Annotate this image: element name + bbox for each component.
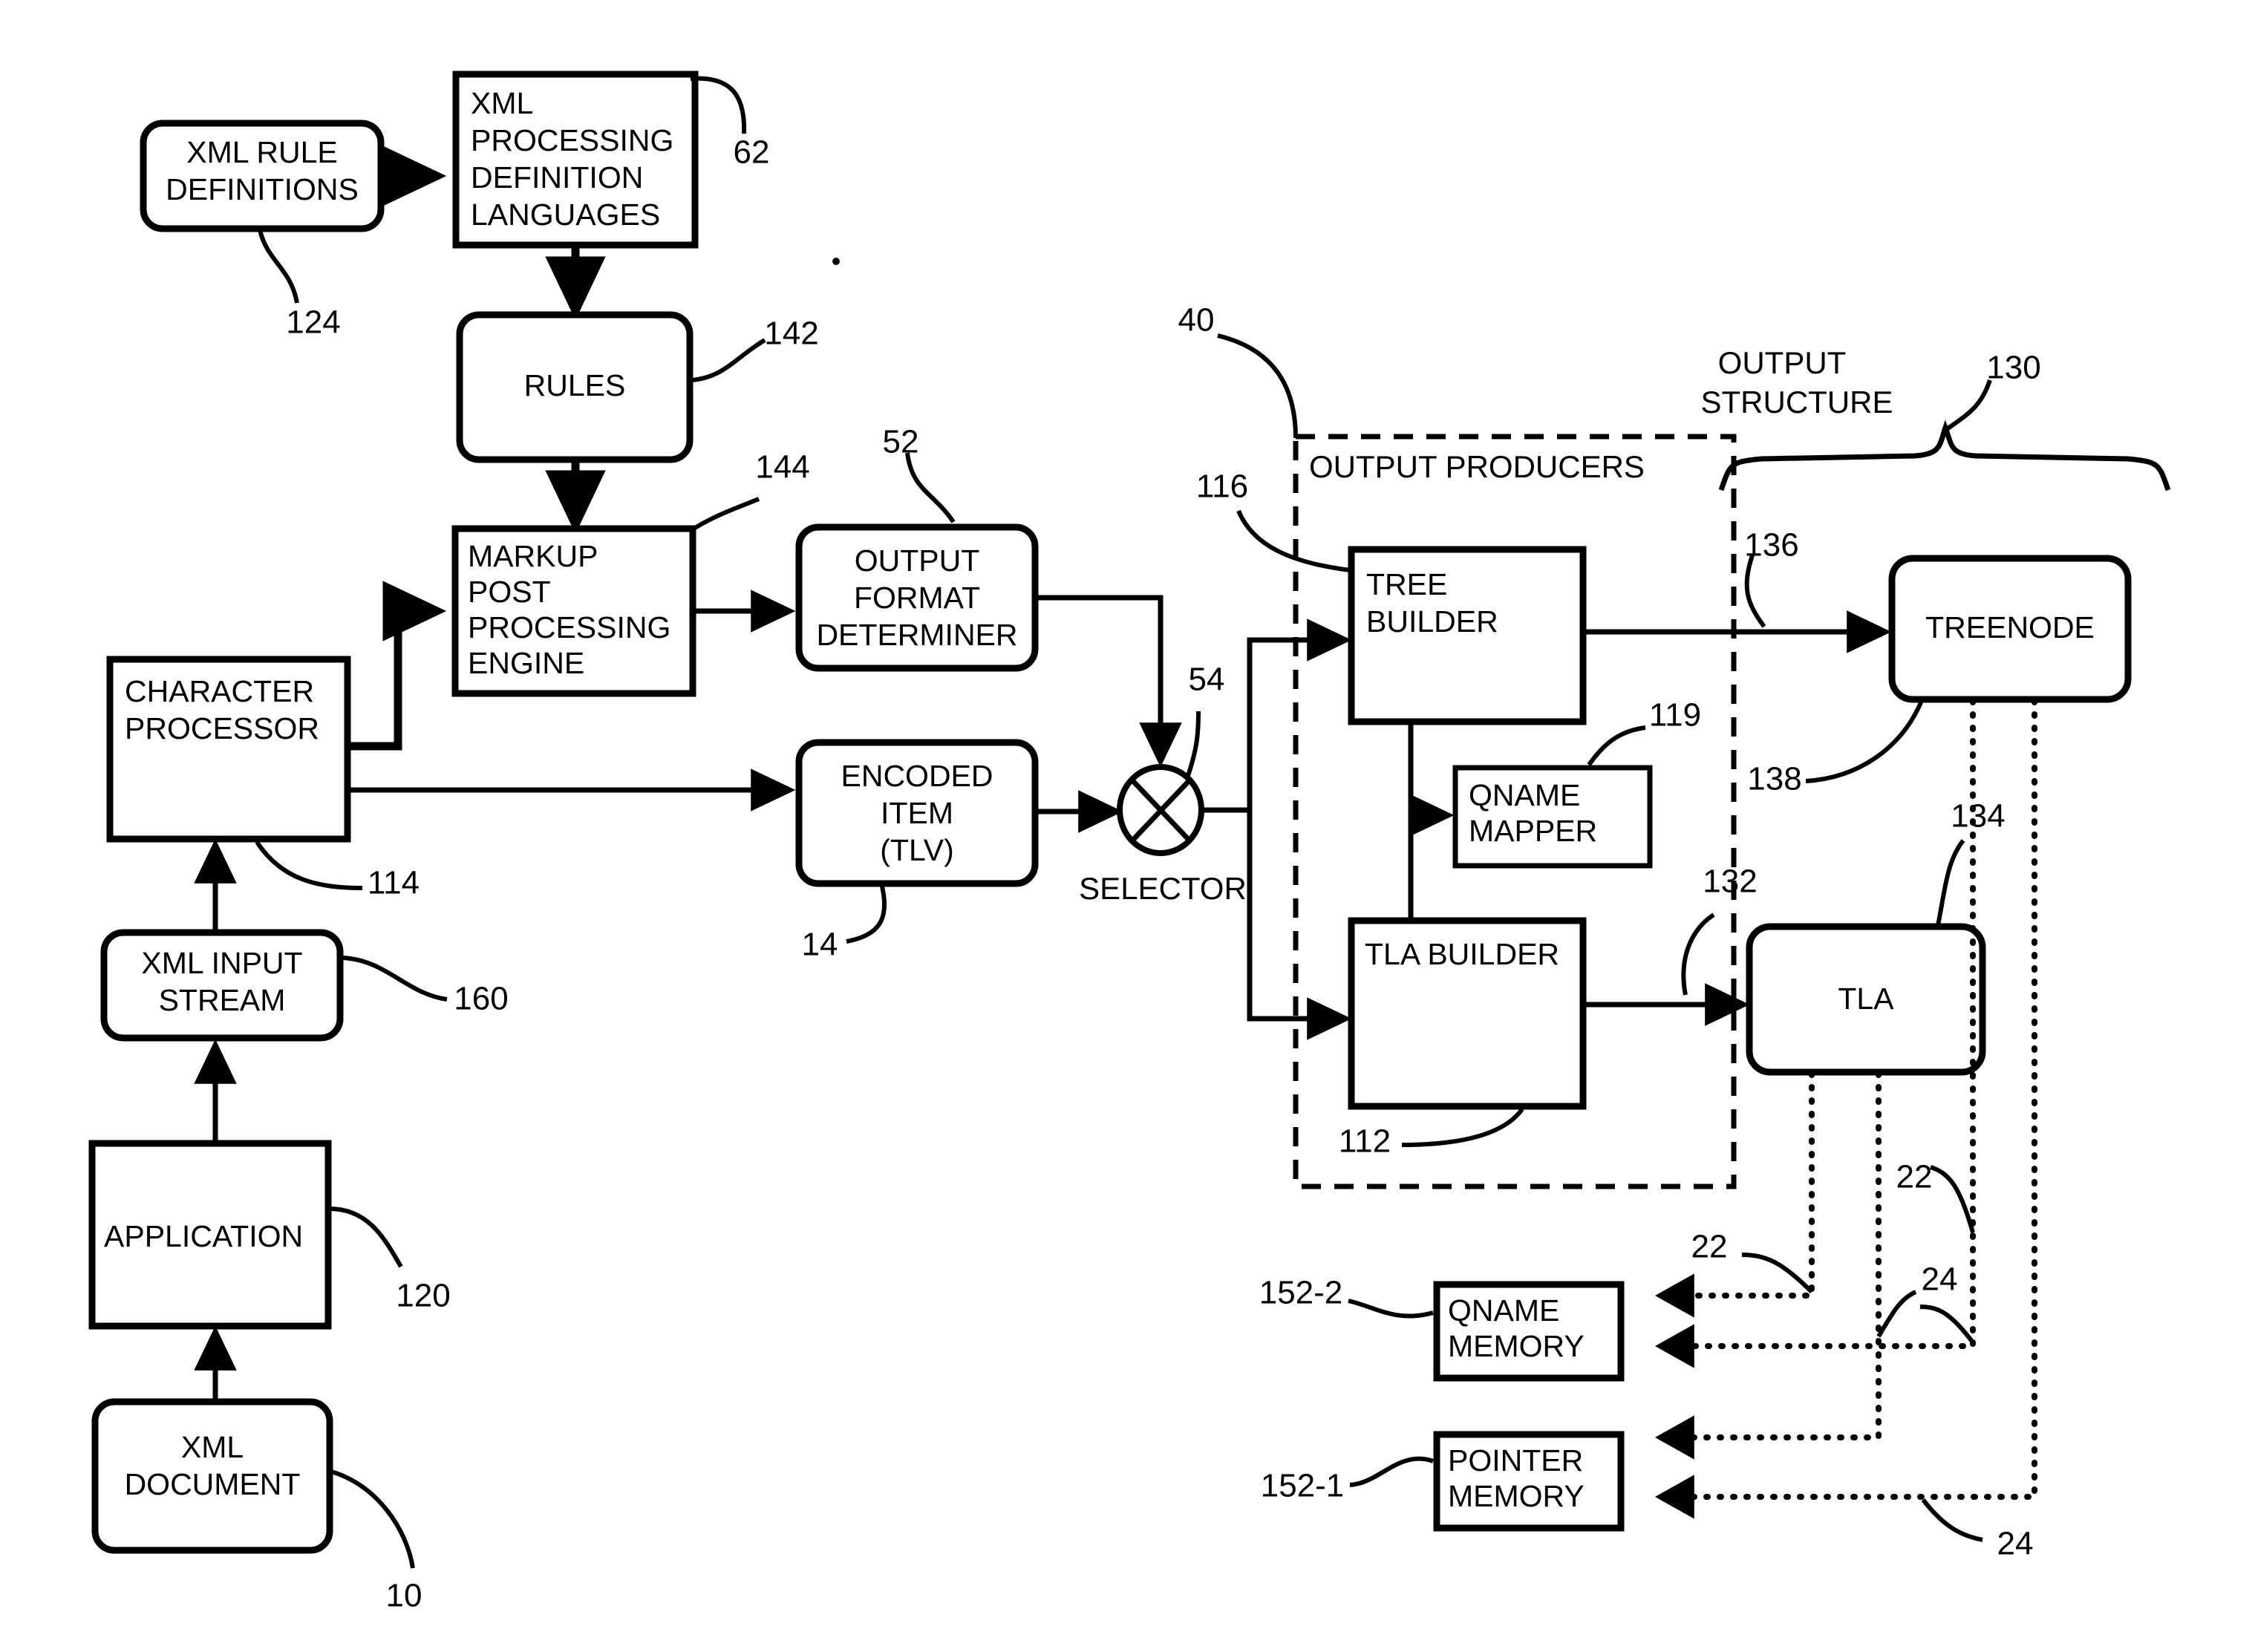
block-diagram: OUTPUT PRODUCERS 40 130 OUTPUT STRUCTURE… <box>88 71 2171 1614</box>
tla-builder-label: TLA BUILDER <box>1365 937 1559 971</box>
encoded-item-line3: (TLV) <box>880 833 953 867</box>
qname-memory-line1: QNAME <box>1448 1293 1559 1328</box>
mppe-line3: PROCESSING <box>468 610 670 644</box>
output-structure-label-line2: STRUCTURE <box>1701 385 1893 419</box>
leader-119 <box>1587 725 1646 766</box>
leader-130 <box>1945 379 1992 431</box>
arrow-charproc-to-mppe <box>349 581 447 751</box>
ref-num-40: 40 <box>1178 302 1215 339</box>
tree-builder-line2: BUILDER <box>1366 604 1498 639</box>
patent-figure-canvas: OUTPUT PRODUCERS 40 130 OUTPUT STRUCTURE… <box>0 0 2255 1652</box>
encoded-item-line1: ENCODED <box>841 759 993 793</box>
mppe-line4: ENGINE <box>468 646 584 680</box>
qname-mapper-line1: QNAME <box>1469 778 1580 812</box>
ref-num-136: 136 <box>1744 527 1798 564</box>
ref-num-144: 144 <box>755 449 809 486</box>
leader-112 <box>1401 1108 1524 1147</box>
selector-label: SELECTOR <box>1079 871 1247 906</box>
leader-142 <box>691 338 766 382</box>
treenode-label: TREENODE <box>1925 610 2095 644</box>
xpdl-line3: DEFINITION <box>471 160 643 195</box>
leader-10 <box>330 1469 415 1569</box>
leader-52 <box>905 452 956 523</box>
qname-mapper-line2: MAPPER <box>1469 814 1597 848</box>
rules-label: RULES <box>524 368 626 402</box>
ofd-line1: OUTPUT <box>855 543 980 578</box>
application-label: APPLICATION <box>104 1219 303 1253</box>
xml-rule-definitions-line1: XML RULE <box>186 135 338 169</box>
ref-num-14: 14 <box>802 927 838 963</box>
pointer-memory-line1: POINTER <box>1448 1443 1583 1478</box>
arrow-ofd-to-selector <box>1037 595 1182 768</box>
arrow-tree-builder-to-qname-mapper <box>1408 723 1455 837</box>
leader-14 <box>846 886 887 944</box>
xpdl-line4: LANGUAGES <box>471 197 660 232</box>
ref-num-160: 160 <box>454 981 508 1017</box>
tla-label: TLA <box>1838 982 1894 1016</box>
scan-speck <box>832 258 840 265</box>
leader-144 <box>688 497 760 534</box>
ofd-line2: FORMAT <box>854 581 980 615</box>
leader-120 <box>329 1207 403 1268</box>
leader-138 <box>1805 699 1924 783</box>
ref-num-132: 132 <box>1703 863 1757 900</box>
leader-132 <box>1681 912 1715 996</box>
ref-num-24-upper: 24 <box>1922 1261 1958 1298</box>
leader-136 <box>1744 555 1766 628</box>
ref-num-62: 62 <box>734 134 770 171</box>
xml-document-line2: DOCUMENT <box>125 1467 301 1501</box>
ref-num-24-lower: 24 <box>1997 1526 2034 1562</box>
leader-124 <box>258 229 299 304</box>
ref-num-152-2: 152-2 <box>1259 1275 1343 1311</box>
ref-num-152-1: 152-1 <box>1261 1468 1345 1504</box>
ref-num-119: 119 <box>1649 697 1701 734</box>
leader-22-left <box>1741 1253 1814 1294</box>
ref-num-54: 54 <box>1189 662 1225 698</box>
ref-num-138: 138 <box>1747 761 1801 797</box>
ofd-line3: DETERMINER <box>816 618 1017 652</box>
mppe-line2: POST <box>468 575 551 609</box>
leader-24-upper <box>1876 1290 1917 1338</box>
ref-num-130: 130 <box>1986 350 2040 386</box>
ref-num-112: 112 <box>1339 1123 1391 1160</box>
xpdl-line2: PROCESSING <box>471 123 673 157</box>
leader-152-2 <box>1348 1299 1434 1319</box>
ref-num-134: 134 <box>1951 798 2005 835</box>
xml-document-line1: XML <box>181 1430 244 1464</box>
tree-builder-line1: TREE <box>1366 567 1447 601</box>
output-structure-label-line1: OUTPUT <box>1718 345 1847 380</box>
leader-22-right <box>1919 1305 1975 1344</box>
character-processor-line2: PROCESSOR <box>125 711 319 745</box>
leader-24-lower <box>1921 1498 1983 1542</box>
ref-num-22-right: 22 <box>1896 1159 1933 1195</box>
ref-num-120: 120 <box>396 1278 450 1314</box>
pointer-memory-line2: MEMORY <box>1448 1479 1585 1513</box>
ref-num-116: 116 <box>1196 468 1248 505</box>
character-processor-line1: CHARACTER <box>125 674 314 708</box>
leader-40 <box>1217 333 1298 439</box>
leader-114 <box>255 840 363 890</box>
xml-input-stream-line2: STREAM <box>159 983 286 1017</box>
leader-22-upper-right <box>1930 1165 1975 1233</box>
leader-54 <box>1186 711 1201 777</box>
ref-num-10: 10 <box>386 1578 422 1614</box>
ref-num-52: 52 <box>883 424 919 460</box>
xml-input-stream-line1: XML INPUT <box>141 946 302 980</box>
xpdl-line1: XML <box>471 86 533 120</box>
leader-160 <box>341 956 448 1002</box>
qname-memory-line2: MEMORY <box>1448 1329 1585 1363</box>
mppe-line1: MARKUP <box>468 539 598 573</box>
leader-152-1 <box>1349 1456 1434 1487</box>
leader-62 <box>690 76 747 134</box>
ref-num-142: 142 <box>764 316 818 352</box>
ref-num-114: 114 <box>368 865 420 901</box>
leader-134 <box>1936 839 1965 926</box>
encoded-item-line2: ITEM <box>881 796 953 830</box>
output-producers-label: OUTPUT PRODUCERS <box>1309 449 1645 484</box>
ref-num-124: 124 <box>286 304 340 341</box>
ref-num-22-left: 22 <box>1691 1229 1728 1265</box>
xml-rule-definitions-line2: DEFINITIONS <box>166 172 359 206</box>
output-structure-brace <box>1718 419 2171 492</box>
